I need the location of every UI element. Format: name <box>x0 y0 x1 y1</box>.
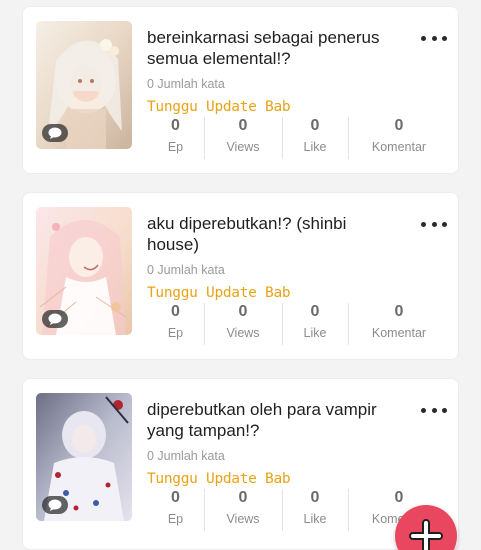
stat-label: Like <box>303 140 327 154</box>
novel-cover-image[interactable] <box>36 207 132 335</box>
novel-title[interactable]: bereinkarnasi sebagai penerus semua elem… <box>147 27 397 69</box>
novel-title[interactable]: diperebutkan oleh para vampir yang tampa… <box>147 399 397 441</box>
more-options-icon[interactable] <box>421 403 447 417</box>
novel-title[interactable]: aku diperebutkan!? (shinbi house) <box>147 213 397 255</box>
stat-label: Komentar <box>371 140 427 154</box>
stat-views: 0 Views <box>204 115 282 159</box>
stat-value: 0 <box>171 489 180 506</box>
stat-value: 0 <box>310 117 320 134</box>
stat-like: 0 Like <box>282 301 348 345</box>
stat-ep: 0 Ep <box>147 487 204 531</box>
stat-value: 0 <box>238 489 248 506</box>
stats-row: 0 Ep 0 Views 0 Like 0 Komentar <box>147 115 447 159</box>
stat-label: Like <box>303 326 327 340</box>
stat-label: Views <box>226 140 260 154</box>
status-label: Tunggu Update Bab <box>147 471 291 487</box>
stat-value: 0 <box>310 303 320 320</box>
stat-ep: 0 Ep <box>147 301 204 345</box>
status-label: Tunggu Update Bab <box>147 285 291 301</box>
stat-label: Ep <box>167 512 184 526</box>
stat-like: 0 Like <box>282 487 348 531</box>
stat-value: 0 <box>394 117 404 134</box>
stat-label: Views <box>226 326 260 340</box>
stat-label: Komentar <box>371 326 427 340</box>
stat-value: 0 <box>238 117 248 134</box>
novel-cover-image[interactable] <box>36 21 132 149</box>
novel-card[interactable]: diperebutkan oleh para vampir yang tampa… <box>22 378 459 550</box>
stat-views: 0 Views <box>204 487 282 531</box>
stat-value: 0 <box>171 117 180 134</box>
comment-bubble-icon <box>42 496 68 514</box>
word-count: 0 Jumlah kata <box>147 263 225 277</box>
stat-value: 0 <box>394 303 404 320</box>
stat-komentar: 0 Komentar <box>348 115 450 159</box>
stat-label: Like <box>303 512 327 526</box>
novel-cover-image[interactable] <box>36 393 132 521</box>
plus-icon <box>409 519 443 550</box>
stat-value: 0 <box>171 303 180 320</box>
stat-views: 0 Views <box>204 301 282 345</box>
stats-row: 0 Ep 0 Views 0 Like 0 Komentar <box>147 301 447 345</box>
stat-komentar: 0 Komentar <box>348 301 450 345</box>
comment-bubble-icon <box>42 310 68 328</box>
novel-card[interactable]: bereinkarnasi sebagai penerus semua elem… <box>22 6 459 174</box>
stat-like: 0 Like <box>282 115 348 159</box>
stat-label: Ep <box>167 140 184 154</box>
more-options-icon[interactable] <box>421 217 447 231</box>
stat-value: 0 <box>310 489 320 506</box>
stat-label: Views <box>226 512 260 526</box>
word-count: 0 Jumlah kata <box>147 449 225 463</box>
status-label: Tunggu Update Bab <box>147 99 291 115</box>
novel-card[interactable]: aku diperebutkan!? (shinbi house) 0 Juml… <box>22 192 459 360</box>
more-options-icon[interactable] <box>421 31 447 45</box>
stat-value: 0 <box>238 303 248 320</box>
stat-ep: 0 Ep <box>147 115 204 159</box>
comment-bubble-icon <box>42 124 68 142</box>
stat-label: Ep <box>167 326 184 340</box>
word-count: 0 Jumlah kata <box>147 77 225 91</box>
